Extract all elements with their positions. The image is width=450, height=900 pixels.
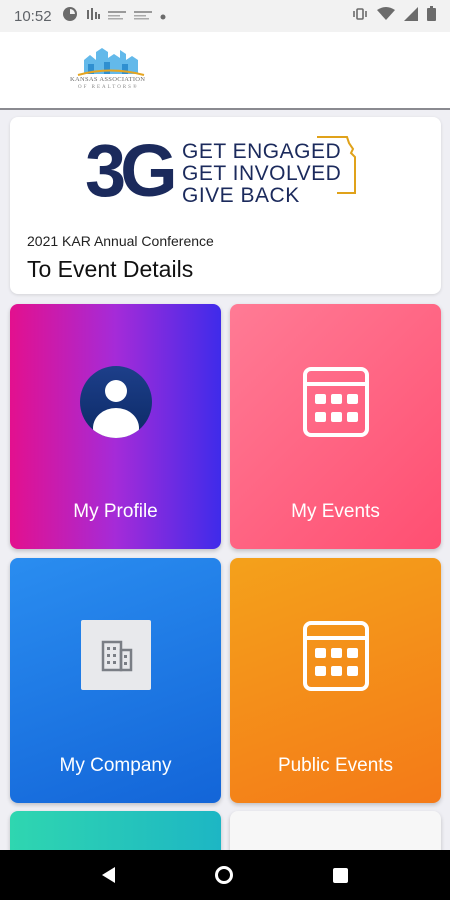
tile-label: My Profile [73, 501, 158, 522]
event-details-link[interactable]: To Event Details [27, 256, 193, 283]
user-avatar-icon [79, 366, 152, 438]
battery-icon [427, 6, 436, 26]
building-icon [80, 620, 151, 690]
dot-icon [160, 7, 166, 25]
public-events-tile[interactable]: Public Events [230, 558, 441, 803]
my-events-tile[interactable]: My Events [230, 304, 441, 549]
skyline-logo-icon [77, 48, 145, 76]
status-bar: 10:52 [0, 0, 450, 32]
status-notification-icons [62, 6, 166, 27]
tile-label: My Events [291, 501, 380, 522]
back-icon[interactable] [102, 867, 115, 883]
event-banner: 3G GET ENGAGED GET INVOLVED GIVE BACK [85, 131, 365, 211]
banner-3g-mark: 3G [85, 129, 178, 212]
news-icon [107, 7, 126, 25]
app-notification-icon [62, 6, 78, 27]
status-time: 10:52 [14, 7, 52, 25]
app-header: KANSAS ASSOCIATION OF REALTORS® [0, 32, 450, 110]
kar-logo: KANSAS ASSOCIATION OF REALTORS® [64, 46, 164, 96]
status-system-icons [352, 6, 436, 26]
wifi-icon [377, 6, 395, 26]
cellular-icon [404, 6, 418, 26]
my-profile-tile[interactable]: My Profile [10, 304, 221, 549]
kansas-outline-icon [317, 136, 356, 194]
calendar-icon [302, 620, 370, 697]
event-subtitle: 2021 KAR Annual Conference [27, 233, 214, 249]
tile-label: Public Events [277, 755, 394, 776]
recents-icon[interactable] [333, 867, 348, 883]
my-company-tile[interactable]: My Company [10, 558, 221, 803]
logo-subtext: OF REALTORS® [78, 85, 139, 90]
calendar-icon [302, 366, 370, 443]
home-icon[interactable] [215, 866, 233, 884]
event-card[interactable]: 3G GET ENGAGED GET INVOLVED GIVE BACK 20… [10, 117, 441, 294]
tile-label: My Company [59, 755, 172, 776]
system-nav-bar [0, 850, 450, 900]
signal-bars-icon [86, 7, 100, 26]
vibrate-icon [352, 7, 368, 26]
logo-text: KANSAS ASSOCIATION [70, 76, 146, 83]
news-icon [133, 7, 152, 25]
